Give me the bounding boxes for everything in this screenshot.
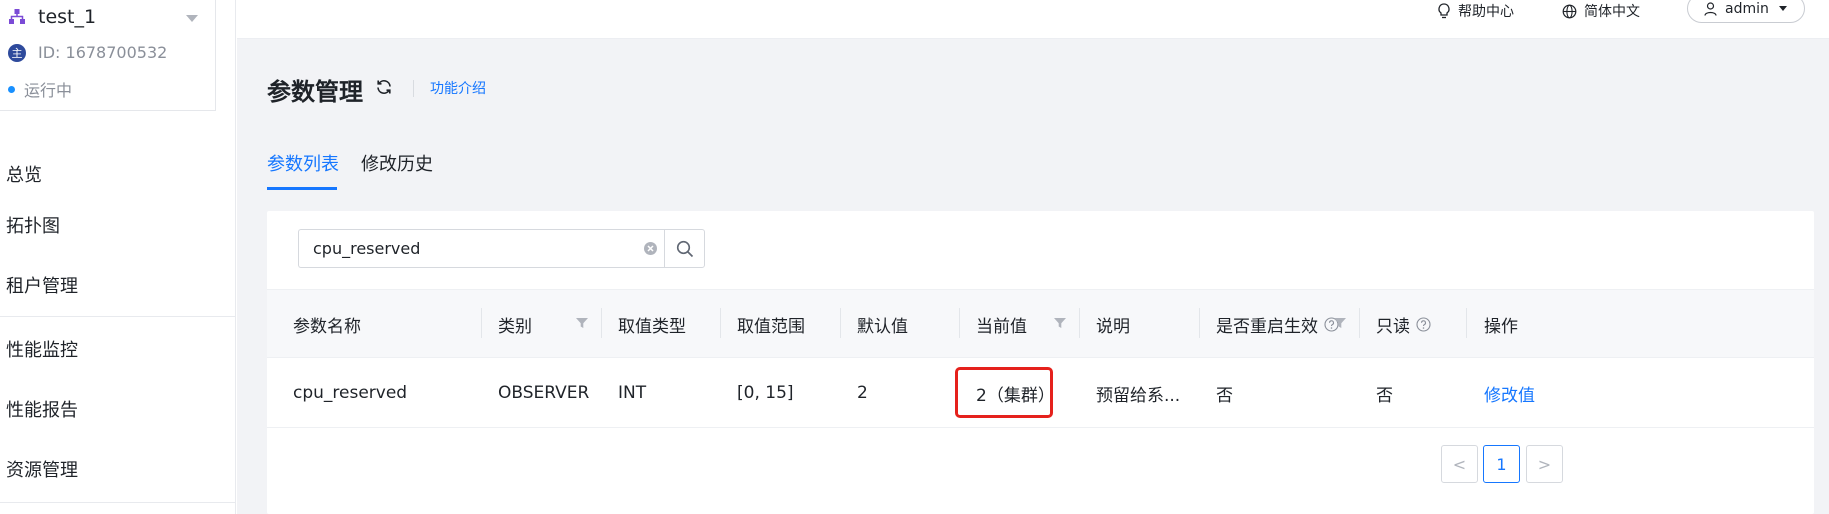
filter-icon[interactable]: [1334, 317, 1346, 329]
col-divider: [1359, 308, 1360, 338]
cell-category: OBSERVER: [498, 383, 590, 403]
caret-down-icon: [1778, 6, 1787, 11]
help-center-link[interactable]: 帮助中心: [1437, 0, 1514, 22]
filter-icon[interactable]: [576, 317, 588, 329]
filter-icon[interactable]: [1054, 317, 1066, 329]
col-readonly-label: 只读: [1376, 317, 1410, 337]
topbar: 帮助中心 简体中文 admin: [237, 0, 1829, 39]
user-icon: [1704, 1, 1717, 16]
cluster-card[interactable]: test_1 主 ID: 1678700532 运行中: [0, 0, 216, 111]
col-param-name: 参数名称: [293, 317, 361, 337]
status-dot-icon: [8, 85, 15, 93]
cluster-id: ID: 1678700532: [38, 43, 168, 62]
col-default: 默认值: [857, 317, 908, 337]
nav-item-topology[interactable]: 拓扑图: [6, 212, 60, 238]
col-divider: [481, 308, 482, 338]
cluster-id-row: 主 ID: 1678700532: [8, 43, 167, 62]
primary-badge: 主: [8, 43, 26, 62]
cluster-name: test_1: [38, 6, 97, 28]
topology-icon: [9, 9, 25, 24]
cluster-status-row: 运行中: [8, 77, 72, 101]
title-divider: [413, 80, 414, 97]
pagination-prev-button[interactable]: <: [1441, 445, 1478, 483]
language-switch[interactable]: 简体中文: [1562, 0, 1640, 22]
user-name: admin: [1725, 0, 1769, 17]
page-title: 参数管理: [267, 78, 363, 106]
col-category: 类别: [498, 317, 532, 337]
search-value: cpu_reserved: [313, 239, 421, 258]
nav-item-tenant[interactable]: 租户管理: [6, 272, 78, 298]
sidebar: test_1 主 ID: 1678700532 运行中 总览 拓扑图 租户管理 …: [0, 0, 236, 514]
tab-parameter-list[interactable]: 参数列表: [267, 150, 339, 176]
cell-default: 2: [857, 383, 868, 403]
cell-readonly: 否: [1376, 385, 1393, 406]
nav-item-resource[interactable]: 资源管理: [6, 456, 78, 482]
col-restart-label: 是否重启生效: [1216, 317, 1318, 337]
col-divider: [840, 308, 841, 338]
cell-param-name: cpu_reserved: [293, 383, 408, 403]
chevron-down-icon[interactable]: [186, 15, 198, 22]
col-divider: [1079, 308, 1080, 338]
col-description: 说明: [1096, 317, 1130, 337]
nav-item-overview[interactable]: 总览: [6, 161, 42, 187]
active-tab-indicator: [267, 187, 337, 190]
help-center-label: 帮助中心: [1458, 4, 1514, 20]
tab-modify-history[interactable]: 修改历史: [361, 150, 433, 176]
lightbulb-icon: [1438, 3, 1450, 19]
col-action: 操作: [1484, 317, 1518, 337]
cell-description: 预留给系...: [1096, 385, 1181, 406]
cluster-name-row: test_1: [8, 6, 96, 28]
cluster-status: 运行中: [24, 81, 73, 100]
col-value-type: 取值类型: [618, 317, 686, 337]
main-content: 帮助中心 简体中文 admin 参数管理 功能介绍 参数列表 修改历史 cpu_…: [237, 0, 1829, 514]
col-value-range: 取值范围: [737, 317, 805, 337]
search-input[interactable]: cpu_reserved: [298, 229, 664, 268]
col-readonly: 只读: [1376, 290, 1431, 359]
table-row: cpu_reserved OBSERVER INT [0, 15] 2 2（集群…: [267, 358, 1814, 428]
cell-value-type: INT: [618, 383, 647, 403]
cell-value-range: [0, 15]: [737, 383, 794, 403]
modify-value-link[interactable]: 修改值: [1484, 358, 1535, 428]
col-divider: [601, 308, 602, 338]
search-button[interactable]: [664, 229, 705, 268]
user-menu-button[interactable]: admin: [1687, 0, 1805, 23]
col-divider: [959, 308, 960, 338]
cell-current: 2（集群）: [976, 385, 1055, 406]
search-icon: [676, 240, 693, 257]
parameter-panel: cpu_reserved 参数名称 类别 取值类型 取值范围 默认值 当前值 说…: [267, 211, 1814, 514]
globe-icon: [1562, 4, 1577, 18]
clear-icon[interactable]: [643, 241, 658, 256]
nav-item-performance-monitor[interactable]: 性能监控: [6, 336, 78, 362]
refresh-icon[interactable]: [375, 78, 393, 96]
nav-divider: [0, 316, 236, 317]
nav-item-performance-report[interactable]: 性能报告: [6, 396, 78, 422]
pagination-page-1[interactable]: 1: [1483, 445, 1520, 483]
nav-divider: [0, 502, 236, 503]
col-restart: 是否重启生效: [1216, 290, 1339, 359]
cell-restart: 否: [1216, 385, 1233, 406]
col-divider: [720, 308, 721, 338]
col-divider: [1199, 308, 1200, 338]
col-divider: [1466, 308, 1467, 338]
feature-intro-link[interactable]: 功能介绍: [430, 78, 486, 98]
language-label: 简体中文: [1584, 4, 1640, 20]
question-circle-icon[interactable]: [1416, 317, 1431, 332]
table-header: 参数名称 类别 取值类型 取值范围 默认值 当前值 说明 是否重启生效 只读 操…: [267, 289, 1814, 358]
pagination-next-button[interactable]: >: [1526, 445, 1563, 483]
col-current: 当前值: [976, 317, 1027, 337]
